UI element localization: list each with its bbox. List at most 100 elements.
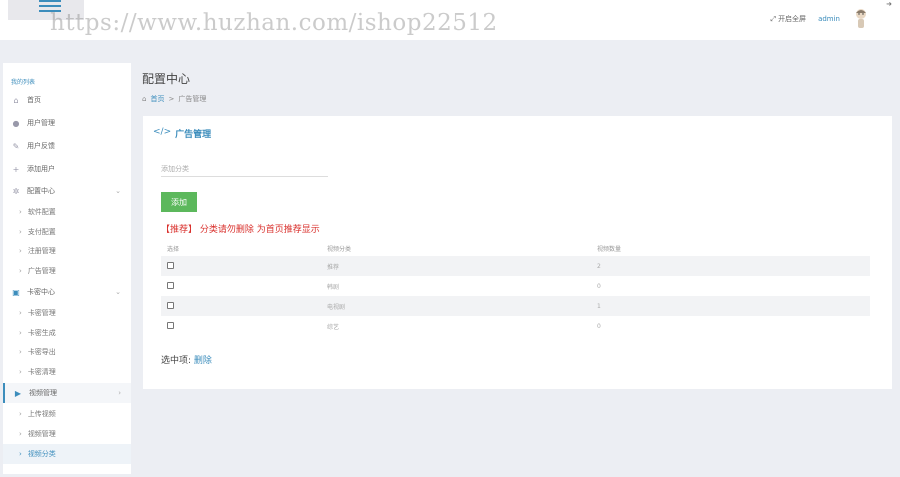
sidebar-subitem-registration[interactable]: › 注册管理 [3,241,131,261]
v-icon: ▣ [12,287,20,297]
row-checkbox[interactable] [167,281,174,289]
sidebar-item-config[interactable]: ✲ 配置中心 ⌄ [3,181,131,201]
sidebar-item-label: 卡密中心 [27,288,55,296]
chevron-right-icon: › [19,228,22,236]
sidebar-item-label: 添加用户 [27,165,55,173]
category-name: 推荐 [327,256,597,276]
video-count: 0 [597,282,601,290]
watermark: https://www.huzhan.com/ishop22512 [50,10,498,36]
avatar[interactable] [852,8,870,30]
ad-management-panel: </> 广告管理 添加 【推荐】 分类请勿删除 为首页推荐显示 选择 视频分类 … [143,116,892,389]
chevron-right-icon: › [19,208,22,216]
expand-icon: ⤢ [770,14,777,23]
sidebar-item-label: 用户管理 [27,119,55,127]
chevron-right-icon: › [19,348,22,356]
row-checkbox[interactable] [167,321,174,329]
home-icon: ⌂ [13,95,19,105]
gear-icon: ✲ [12,186,20,196]
sidebar-item-label: 卡密生成 [27,329,56,337]
breadcrumb: ⌂ 首页 > 广告管理 [142,94,206,104]
add-user-icon: + [12,164,20,174]
chevron-right-icon: › [19,309,22,317]
sidebar-item-label: 卡密导出 [27,348,56,356]
sidebar-item-home[interactable]: ⌂ 首页 [3,90,131,110]
row-checkbox[interactable] [167,261,174,269]
add-button[interactable]: 添加 [161,192,197,212]
breadcrumb-home-link[interactable]: 首页 [150,94,164,104]
top-bar: https://www.huzhan.com/ishop22512 ⤢ 开启全屏… [0,0,900,40]
chevron-right-icon: › [19,247,22,255]
category-name: 韩剧 [327,283,340,291]
chevron-right-icon: › [19,450,22,458]
column-header-category: 视频分类 [327,245,352,253]
sidebar-item-label: 首页 [27,96,41,104]
sidebar-item-card-center[interactable]: ▣ 卡密中心 ⌄ [3,282,131,302]
sidebar-subitem-video-manage[interactable]: › 视频管理 [3,424,131,444]
video-count: 2 [597,256,870,276]
sidebar-subitem-card-clean[interactable]: › 卡密清理 [3,362,131,382]
category-input[interactable] [161,162,328,177]
video-count: 0 [597,322,601,330]
table-row: 推荐 2 [161,256,870,276]
home-icon: ⌂ [142,95,147,103]
selection-actions: 选中项: 删除 [161,353,212,366]
breadcrumb-separator: > [168,95,175,103]
sidebar-item-label: 软件配置 [27,208,56,216]
chevron-down-icon: ⌄ [115,187,121,195]
sidebar-subitem-card-generate[interactable]: › 卡密生成 [3,323,131,343]
notice-text: 【推荐】 分类请勿删除 为首页推荐显示 [161,225,320,235]
table-row: 电视剧 1 [161,296,870,316]
sidebar-item-label: 上传视频 [27,410,56,418]
table-header-row: 选择 视频分类 视频数量 [161,240,870,256]
sidebar-item-add-user[interactable]: + 添加用户 [3,159,131,179]
sidebar-item-video[interactable]: ▶ 视频管理 › [3,383,131,403]
video-count: 1 [597,296,870,316]
sidebar-subitem-software-config[interactable]: › 软件配置 [3,202,131,222]
chevron-right-icon: › [118,389,121,397]
table-row: 综艺 0 [161,316,870,336]
sidebar-subitem-card-export[interactable]: › 卡密导出 [3,342,131,362]
sidebar-subitem-video-category[interactable]: › 视频分类 [3,444,131,464]
admin-name[interactable]: admin [818,15,840,23]
sidebar-item-label: 用户反馈 [27,142,55,150]
sidebar-subitem-payment-config[interactable]: › 支付配置 [3,222,131,242]
page-title: 配置中心 [142,72,191,86]
category-table: 选择 视频分类 视频数量 推荐 2 韩剧 0 电视剧 1 综艺 0 [161,240,870,336]
column-header-count: 视频数量 [597,245,622,253]
code-icon: </> [153,127,172,137]
chevron-right-icon: › [19,430,22,438]
chevron-right-icon: › [19,410,22,418]
chevron-right-icon: › [19,368,22,376]
sidebar-item-label: 广告管理 [27,267,56,275]
table-row: 韩剧 0 [161,276,870,296]
fullscreen-label: 开启全屏 [778,15,807,23]
logout-icon[interactable]: ➜ [886,0,892,8]
sidebar-header: 我的列表 [11,79,36,86]
sidebar-item-label: 注册管理 [27,247,56,255]
panel-title: </> 广告管理 [153,127,211,140]
category-name: 电视剧 [327,296,597,316]
panel-title-text: 广告管理 [175,130,212,140]
selected-label: 选中项: [161,356,192,366]
sidebar-subitem-upload-video[interactable]: › 上传视频 [3,404,131,424]
user-icon: ● [12,118,20,128]
sidebar-item-feedback[interactable]: ✎ 用户反馈 [3,136,131,156]
edit-icon: ✎ [12,141,20,151]
delete-link[interactable]: 删除 [194,356,212,366]
sidebar-subitem-ads[interactable]: › 广告管理 [3,261,131,281]
column-header-select: 选择 [167,245,180,253]
breadcrumb-current: 广告管理 [178,95,207,103]
row-checkbox[interactable] [167,301,174,309]
fullscreen-button[interactable]: ⤢ 开启全屏 [770,14,806,24]
sidebar-item-label: 卡密管理 [27,309,56,317]
sidebar-item-label: 视频分类 [27,450,56,458]
chevron-right-icon: › [19,267,22,275]
chevron-down-icon: ⌄ [115,288,121,296]
sidebar-item-label: 视频管理 [29,389,57,397]
sidebar-item-label: 支付配置 [27,228,56,236]
sidebar-item-users[interactable]: ● 用户管理 [3,113,131,133]
category-name: 综艺 [327,323,340,331]
chevron-right-icon: › [19,329,22,337]
sidebar-item-label: 卡密清理 [27,368,56,376]
sidebar-subitem-card-manage[interactable]: › 卡密管理 [3,303,131,323]
